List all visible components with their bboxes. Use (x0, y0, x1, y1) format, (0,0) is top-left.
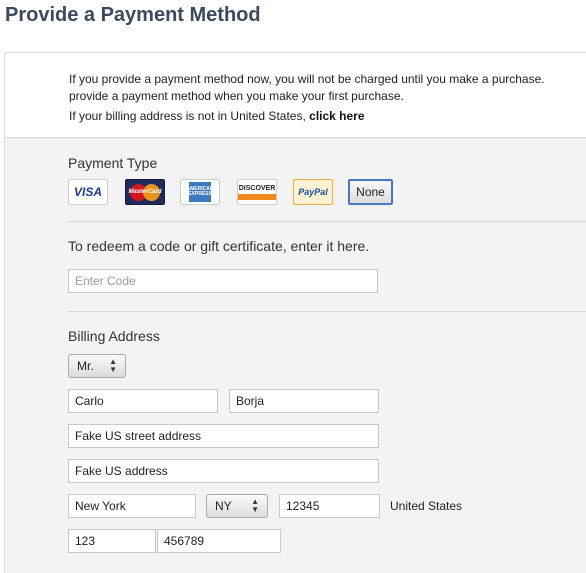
payment-type-label: Payment Type (68, 155, 158, 171)
intro-section: If you provide a payment method now, you… (5, 53, 586, 138)
mastercard-icon[interactable]: MasterCard (125, 179, 165, 205)
paypal-icon[interactable]: PayPal (293, 179, 333, 205)
section-divider (68, 221, 586, 222)
select-arrows-icon: ▲ ▼ (109, 357, 117, 374)
phone-input[interactable]: 456789 (157, 529, 281, 553)
amex-icon[interactable]: AMERICAN EXPRESS (180, 179, 220, 205)
zip-input[interactable]: 12345 (279, 494, 380, 518)
payment-form-panel: If you provide a payment method now, you… (4, 52, 586, 573)
city-input[interactable]: New York (68, 494, 196, 518)
amex-text: AMERICAN EXPRESS (187, 182, 213, 202)
redeem-code-input[interactable]: Enter Code (68, 269, 378, 293)
street-address-input[interactable]: Fake US street address (68, 424, 379, 448)
country-label: United States (390, 499, 463, 513)
last-name-input[interactable]: Borja (229, 389, 379, 413)
salutation-select[interactable]: Mr. ▲ ▼ (68, 354, 126, 378)
non-us-address-link[interactable]: click here (309, 109, 364, 123)
first-name-input[interactable]: Carlo (68, 389, 218, 413)
page-title: Provide a Payment Method (5, 4, 261, 26)
discover-text: DISCOVER (238, 184, 276, 192)
intro-text-line2: provide a payment method when you make y… (69, 89, 404, 103)
visa-icon[interactable]: VISA (68, 179, 108, 205)
mastercard-text: MasterCard (128, 189, 162, 195)
discover-icon[interactable]: DISCOVER (237, 179, 277, 205)
select-arrows-icon: ▲ ▼ (251, 497, 259, 514)
section-divider (68, 311, 586, 312)
redeem-label: To redeem a code or gift certificate, en… (68, 238, 370, 254)
none-payment-button[interactable]: None (348, 179, 393, 205)
intro-text-line3: If your billing address is not in United… (69, 109, 365, 123)
area-code-input[interactable]: 123 (68, 529, 156, 553)
intro-text-line1: If you provide a payment method now, you… (69, 72, 545, 86)
street-address2-input[interactable]: Fake US address (68, 459, 379, 483)
state-select[interactable]: NY ▲ ▼ (206, 494, 268, 518)
state-value: NY (215, 499, 232, 513)
billing-address-label: Billing Address (68, 328, 160, 344)
intro-text-prefix: If your billing address is not in United… (69, 109, 306, 123)
salutation-value: Mr. (77, 359, 94, 373)
